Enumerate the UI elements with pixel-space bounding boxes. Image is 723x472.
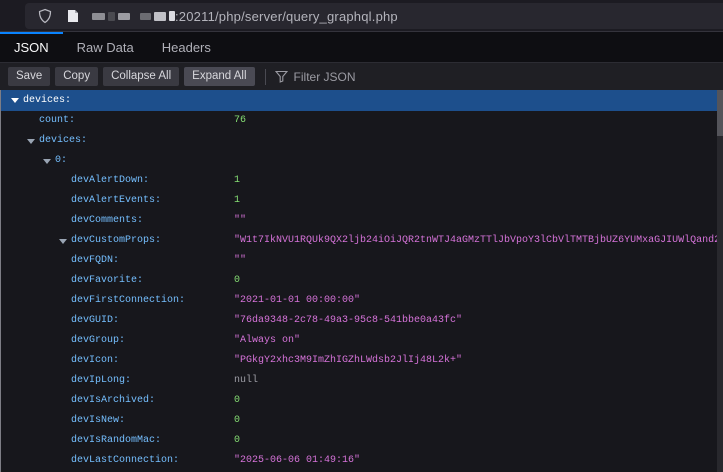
json-key: devIpLong: [71, 371, 131, 391]
browser-chrome: :20211/php/server/query_graphql.php [0, 0, 723, 32]
json-row[interactable]: devGroup: "Always on" [1, 331, 723, 351]
tab-json-label: JSON [14, 40, 49, 55]
json-row[interactable]: devFavorite: 0 [1, 271, 723, 291]
json-value: "Always on" [234, 331, 300, 351]
expander-arrow-icon[interactable] [43, 159, 51, 164]
json-key: devLastConnection: [71, 451, 179, 471]
json-value: "76da9348-2c78-49a3-95c8-541bbe0a43fc" [234, 311, 462, 331]
json-row[interactable]: count: 76 [1, 111, 723, 131]
json-value: "" [234, 211, 246, 231]
json-row[interactable]: devIsRandomMac: 0 [1, 431, 723, 451]
tab-headers[interactable]: Headers [148, 32, 225, 62]
json-value: 0 [234, 271, 240, 291]
scrollbar-thumb[interactable] [717, 90, 723, 136]
json-key: devGroup: [71, 331, 125, 351]
json-row[interactable]: devIpLong: null [1, 371, 723, 391]
url-text[interactable]: :20211/php/server/query_graphql.php [175, 9, 398, 24]
collapse-all-button[interactable]: Collapse All [103, 67, 179, 86]
filter-json-box [275, 70, 494, 84]
funnel-icon [275, 70, 288, 83]
tab-headers-label: Headers [162, 40, 211, 55]
expander-arrow-icon[interactable] [11, 98, 19, 103]
json-row[interactable]: devIsNew: 0 [1, 411, 723, 431]
tab-raw-data[interactable]: Raw Data [63, 32, 148, 62]
json-key: devIsNew: [71, 411, 125, 431]
json-value: 0 [234, 391, 240, 411]
json-row[interactable]: devIcon: "PGkgY2xhc3M9ImZhIGZhLWdsb2JlIj… [1, 351, 723, 371]
json-toolbar: Save Copy Collapse All Expand All [0, 62, 723, 90]
page-icon[interactable] [62, 5, 84, 27]
json-key: devFQDN: [71, 251, 119, 271]
json-row[interactable]: devFQDN: "" [1, 251, 723, 271]
json-value: 0 [234, 431, 240, 451]
redacted-host-pixelation [92, 11, 175, 21]
json-value: 0 [234, 411, 240, 431]
json-key: devComments: [71, 211, 143, 231]
json-row[interactable]: devComments: "" [1, 211, 723, 231]
tab-raw-data-label: Raw Data [77, 40, 134, 55]
json-key: devAlertDown: [71, 171, 149, 191]
tab-json[interactable]: JSON [0, 32, 63, 62]
json-row[interactable]: devAlertDown: 1 [1, 171, 723, 191]
json-key: devIsRandomMac: [71, 431, 161, 451]
json-row[interactable]: 0: [1, 151, 723, 171]
json-rows: devices: count: 76 devices: 0: devAlertD… [1, 90, 723, 471]
json-key: 0: [55, 151, 67, 171]
browser-window: :20211/php/server/query_graphql.php JSON… [0, 0, 723, 472]
json-key: devFavorite: [71, 271, 143, 291]
json-value: "PGkgY2xhc3M9ImZhIGZhLWdsb2JlIj48L2k+" [234, 351, 462, 371]
json-key: devIsArchived: [71, 391, 155, 411]
json-key: devIcon: [71, 351, 119, 371]
json-key: devCustomProps: [71, 231, 161, 251]
filter-json-input[interactable] [294, 70, 494, 84]
copy-button[interactable]: Copy [55, 67, 98, 86]
expand-all-button[interactable]: Expand All [184, 67, 254, 86]
expander-arrow-icon[interactable] [59, 239, 67, 244]
json-key: devices: [23, 90, 71, 111]
json-value: "2025-06-06 01:49:16" [234, 451, 360, 471]
json-value: 1 [234, 171, 240, 191]
json-row[interactable]: devGUID: "76da9348-2c78-49a3-95c8-541bbe… [1, 311, 723, 331]
json-row[interactable]: devices: [1, 90, 717, 111]
json-value: "" [234, 251, 246, 271]
scrollbar[interactable] [717, 90, 723, 472]
json-value: 76 [234, 111, 246, 131]
json-row[interactable]: devIsArchived: 0 [1, 391, 723, 411]
json-row[interactable]: devFirstConnection: "2021-01-01 00:00:00… [1, 291, 723, 311]
json-key: count: [39, 111, 75, 131]
json-row[interactable]: devAlertEvents: 1 [1, 191, 723, 211]
expander-arrow-icon[interactable] [27, 139, 35, 144]
json-key: devAlertEvents: [71, 191, 161, 211]
toolbar-separator [265, 69, 266, 85]
json-row[interactable]: devices: [1, 131, 723, 151]
json-key: devGUID: [71, 311, 119, 331]
json-row[interactable]: devCustomProps: "W1t7IkNVU1RQUk9QX2ljb24… [1, 231, 723, 251]
shield-icon[interactable] [34, 5, 56, 27]
viewer-tabstrip: JSON Raw Data Headers [0, 32, 723, 62]
json-tree-panel: devices: count: 76 devices: 0: devAlertD… [0, 90, 723, 472]
save-button[interactable]: Save [8, 67, 50, 86]
json-value: "W1t7IkNVU1RQUk9QX2ljb24iOiJQR2tnWTJ4aGM… [234, 231, 720, 251]
json-value: null [234, 371, 258, 391]
json-value: 1 [234, 191, 240, 211]
json-value: "2021-01-01 00:00:00" [234, 291, 360, 311]
url-bar[interactable]: :20211/php/server/query_graphql.php [25, 3, 723, 29]
json-row[interactable]: devLastConnection: "2025-06-06 01:49:16" [1, 451, 723, 471]
json-key: devices: [39, 131, 87, 151]
json-key: devFirstConnection: [71, 291, 185, 311]
